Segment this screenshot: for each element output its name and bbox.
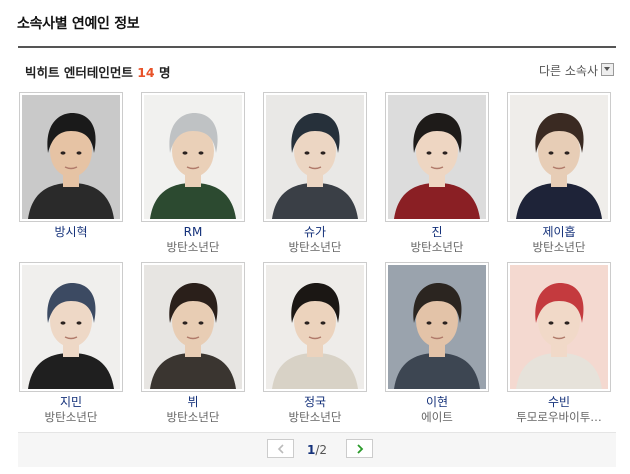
person-portrait-icon — [510, 265, 608, 389]
celebrity-group: 방탄소년단 — [44, 410, 98, 424]
chevron-right-icon — [356, 444, 363, 454]
celebrity-photo[interactable] — [19, 262, 123, 392]
chevron-down-icon — [601, 63, 614, 76]
celebrity-group: 방탄소년단 — [288, 410, 342, 424]
agency-count: 14 — [137, 65, 155, 80]
celebrity-name[interactable]: 진 — [385, 225, 489, 240]
celebrity-card[interactable]: 뷔 방탄소년단 — [141, 262, 245, 425]
celebrity-card[interactable]: 정국 방탄소년단 — [263, 262, 367, 425]
person-portrait-icon — [388, 95, 486, 219]
celebrity-card[interactable]: 수빈 투모로우바이투… — [507, 262, 611, 425]
prev-page-button[interactable] — [267, 439, 294, 458]
agency-title: 빅히트 엔터테인먼트 14 명 — [25, 62, 171, 81]
celebrity-group: 방탄소년단 — [532, 240, 586, 254]
total-pages: 2 — [319, 443, 328, 457]
celebrity-card[interactable]: 지민 방탄소년단 — [19, 262, 123, 425]
celebrity-name[interactable]: 뷔 — [141, 395, 245, 410]
next-page-button[interactable] — [346, 439, 373, 458]
person-portrait-icon — [266, 95, 364, 219]
celebrity-name[interactable]: 제이홉 — [507, 225, 611, 240]
celebrity-card[interactable]: 슈가 방탄소년단 — [263, 92, 367, 255]
celebrity-name[interactable]: 정국 — [263, 395, 367, 410]
celebrity-group: 방탄소년단 — [166, 410, 220, 424]
celebrity-photo[interactable] — [263, 262, 367, 392]
celebrity-name[interactable]: RM — [141, 225, 245, 240]
agency-count-unit: 명 — [158, 65, 171, 80]
celebrity-photo[interactable] — [141, 262, 245, 392]
person-portrait-icon — [144, 95, 242, 219]
person-portrait-icon — [144, 265, 242, 389]
celebrity-card[interactable]: 진 방탄소년단 — [385, 92, 489, 255]
person-portrait-icon — [266, 265, 364, 389]
person-portrait-icon — [388, 265, 486, 389]
celebrity-group: 투모로우바이투… — [516, 410, 602, 424]
celebrity-group: 에이트 — [421, 410, 453, 424]
celebrity-card[interactable]: 방시혁 — [19, 92, 123, 240]
agency-name: 빅히트 엔터테인먼트 — [25, 65, 133, 80]
celebrity-name[interactable]: 수빈 — [507, 395, 611, 410]
celebrity-group: 방탄소년단 — [288, 240, 342, 254]
celebrity-photo[interactable] — [19, 92, 123, 222]
celebrity-photo[interactable] — [507, 262, 611, 392]
celebrity-group: 방탄소년단 — [166, 240, 220, 254]
celebrity-card[interactable]: 제이홉 방탄소년단 — [507, 92, 611, 255]
person-portrait-icon — [22, 265, 120, 389]
celebrity-photo[interactable] — [385, 92, 489, 222]
page-title: 소속사별 연예인 정보 — [17, 16, 140, 32]
person-portrait-icon — [510, 95, 608, 219]
celebrity-photo[interactable] — [507, 92, 611, 222]
celebrity-name[interactable]: 방시혁 — [19, 225, 123, 240]
chevron-left-icon — [277, 444, 284, 454]
panel-header: 빅히트 엔터테인먼트 14 명 다른 소속사 — [18, 48, 616, 92]
other-agency-dropdown[interactable]: 다른 소속사 — [539, 62, 614, 79]
celebrity-card[interactable]: 이현 에이트 — [385, 262, 489, 425]
celebrity-name[interactable]: 지민 — [19, 395, 123, 410]
celebrity-photo[interactable] — [385, 262, 489, 392]
page-indicator: 1/2 — [307, 443, 327, 457]
agency-panel: 빅히트 엔터테인먼트 14 명 다른 소속사 방시혁 RM 방탄소년단 슈가 방탄소년단… — [18, 46, 616, 467]
person-portrait-icon — [22, 95, 120, 219]
celebrity-group: 방탄소년단 — [410, 240, 464, 254]
celebrity-name[interactable]: 이현 — [385, 395, 489, 410]
other-agency-label: 다른 소속사 — [538, 64, 598, 78]
pagination: 1/2 — [18, 432, 616, 467]
celebrity-name[interactable]: 슈가 — [263, 225, 367, 240]
celebrity-photo[interactable] — [141, 92, 245, 222]
celebrity-card[interactable]: RM 방탄소년단 — [141, 92, 245, 255]
celebrity-photo[interactable] — [263, 92, 367, 222]
